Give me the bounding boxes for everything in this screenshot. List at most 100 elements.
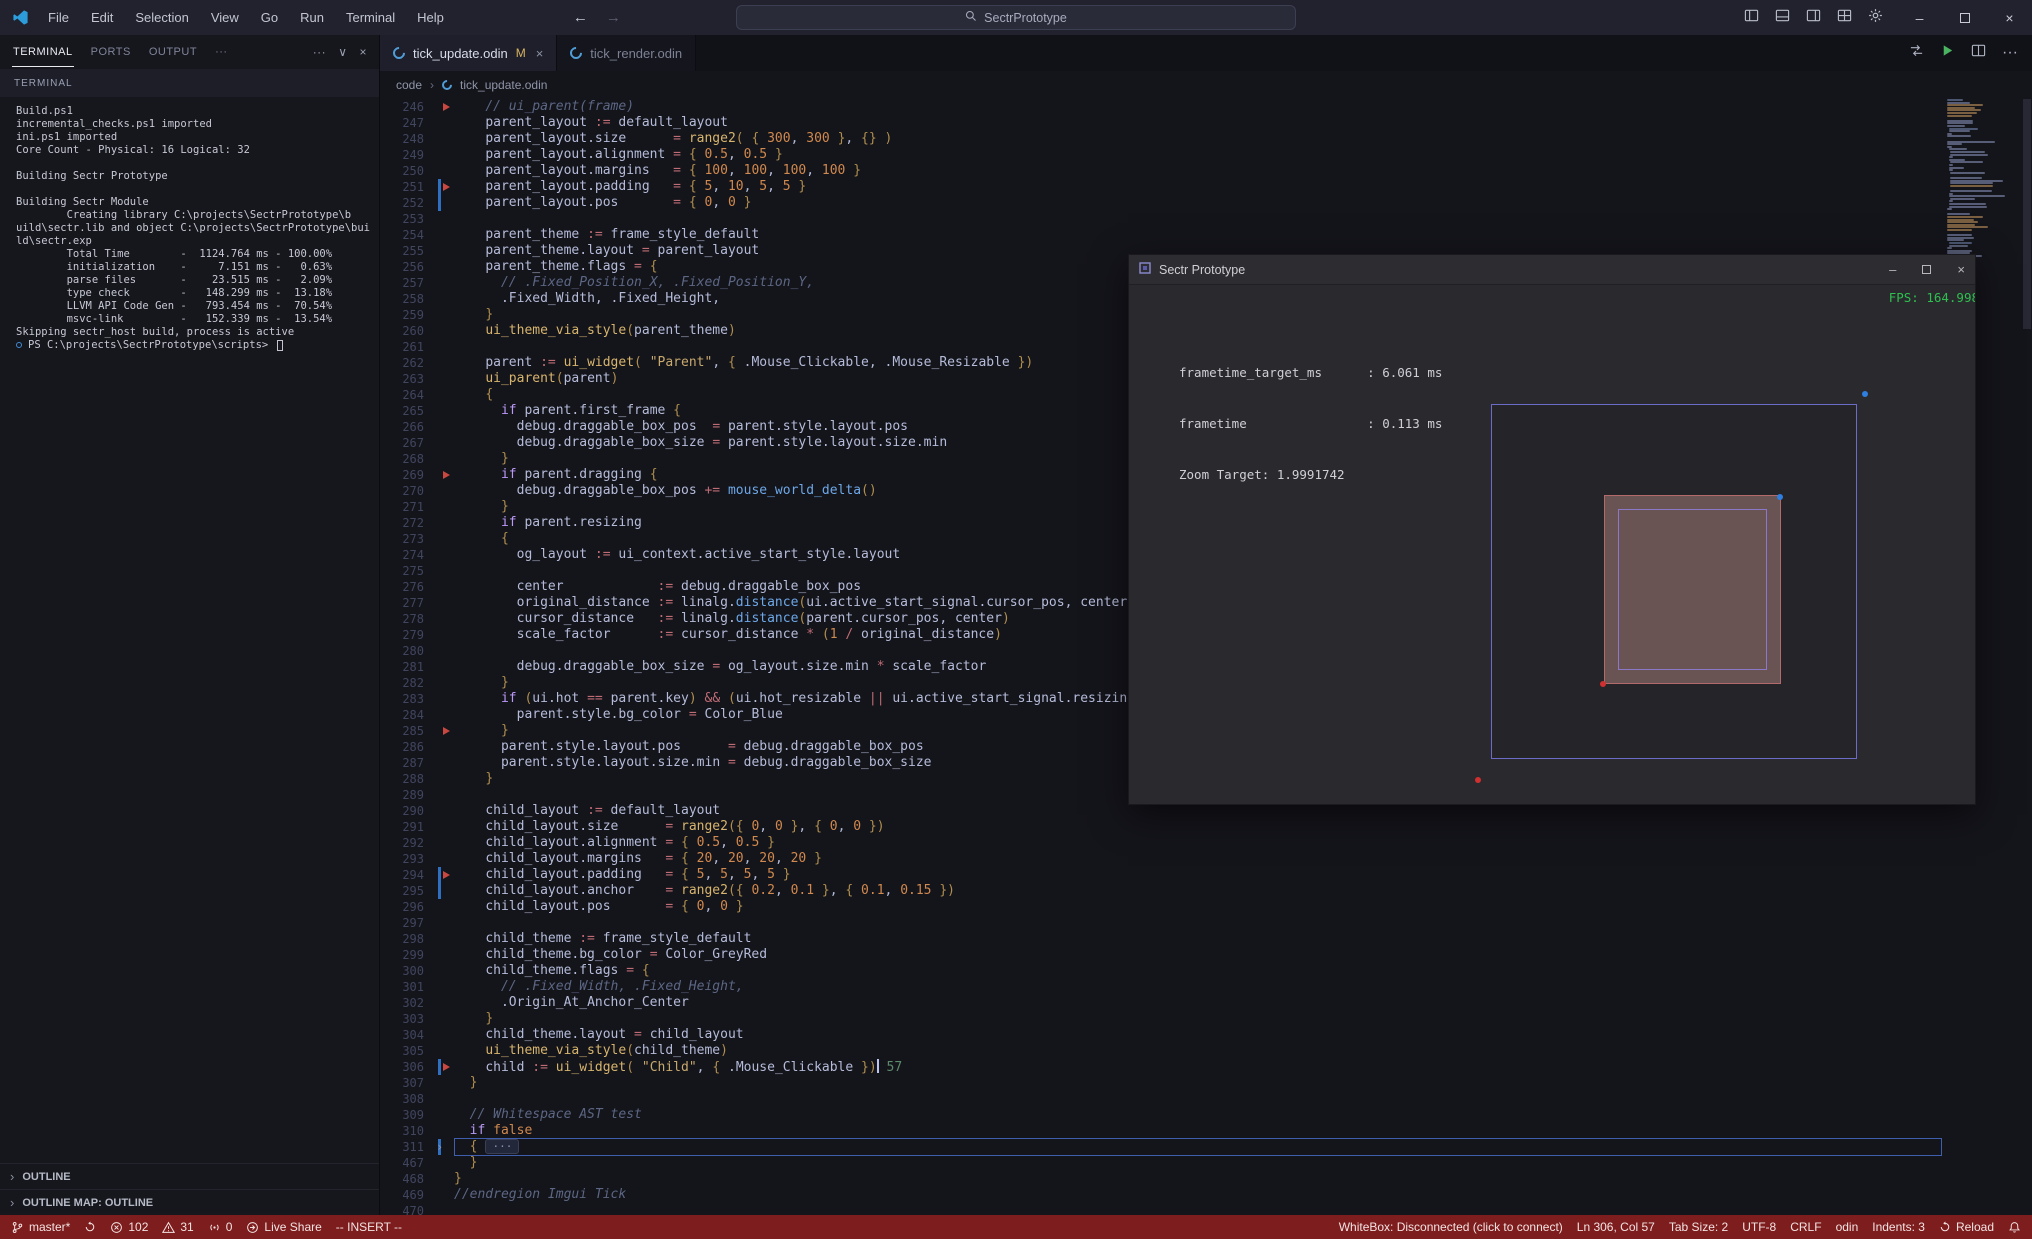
menu-view[interactable]: View	[202, 6, 248, 29]
app-window-titlebar[interactable]: Sectr Prototype – ×	[1129, 255, 1975, 285]
status-bell[interactable]	[2001, 1215, 2028, 1239]
menu-run[interactable]: Run	[291, 6, 333, 29]
code-line[interactable]: 297	[380, 915, 2032, 931]
status-indents[interactable]: Indents: 3	[1865, 1215, 1932, 1239]
breadcrumb-folder[interactable]: code	[396, 78, 422, 92]
menu-go[interactable]: Go	[252, 6, 287, 29]
code-line[interactable]: 294 child_layout.padding = { 5, 5, 5, 5 …	[380, 867, 2032, 883]
menu-file[interactable]: File	[39, 6, 78, 29]
panel-tab-output[interactable]: OUTPUT	[148, 38, 198, 66]
code-line[interactable]: 305 ui_theme_via_style(child_theme)	[380, 1043, 2032, 1059]
code-line[interactable]: 293 child_layout.margins = { 20, 20, 20,…	[380, 851, 2032, 867]
code-line[interactable]: 249 parent_layout.alignment = { 0.5, 0.5…	[380, 147, 2032, 163]
menu-help[interactable]: Help	[408, 6, 453, 29]
app-close-button[interactable]: ×	[1957, 262, 1965, 277]
code-line[interactable]: 296 child_layout.pos = { 0, 0 }	[380, 899, 2032, 915]
code-line[interactable]: 468}	[380, 1171, 2032, 1187]
child-widget-box[interactable]	[1604, 495, 1781, 684]
sidebar-section-outline[interactable]: › OUTLINE	[0, 1163, 379, 1189]
code-line[interactable]: 309 // Whitespace AST test	[380, 1107, 2032, 1123]
panel-close-icon[interactable]: ×	[359, 45, 367, 59]
window-maximize-button[interactable]	[1942, 0, 1987, 35]
status-language[interactable]: odin	[1829, 1215, 1866, 1239]
status-encoding[interactable]: UTF-8	[1735, 1215, 1783, 1239]
code-line[interactable]: 247 parent_layout := default_layout	[380, 115, 2032, 131]
toggle-secondary-sidebar-icon[interactable]	[1806, 8, 1821, 28]
code-line[interactable]: 470	[380, 1203, 2032, 1215]
code-line[interactable]: 307 }	[380, 1075, 2032, 1091]
code-line[interactable]: 251 parent_layout.padding = { 5, 10, 5, …	[380, 179, 2032, 195]
tab-close-icon[interactable]: ×	[536, 46, 544, 61]
panel-tab-ports[interactable]: PORTS	[90, 38, 132, 66]
code-line[interactable]: 291 child_layout.size = range2({ 0, 0 },…	[380, 819, 2032, 835]
status-label: Reload	[1955, 1220, 1994, 1234]
code-line[interactable]: 298 child_theme := frame_style_default	[380, 931, 2032, 947]
code-line[interactable]: 308	[380, 1091, 2032, 1107]
code-line[interactable]: 301 // .Fixed_Width, .Fixed_Height,	[380, 979, 2032, 995]
terminal-section-header[interactable]: TERMINAL	[0, 69, 379, 97]
toggle-panel-icon[interactable]	[1775, 8, 1790, 28]
status-errors[interactable]: 102	[103, 1215, 155, 1239]
panel-chevron-down-icon[interactable]: ∨	[338, 45, 347, 59]
navigate-forward-icon[interactable]: →	[606, 9, 621, 26]
code-line[interactable]: 295 child_layout.anchor = range2({ 0.2, …	[380, 883, 2032, 899]
panel-tabs-more-icon[interactable]: ···	[214, 38, 229, 66]
editor-scrollbar[interactable]	[2022, 99, 2032, 1215]
status-warnings[interactable]: 31	[155, 1215, 200, 1239]
code-line[interactable]: 300 child_theme.flags = {	[380, 963, 2032, 979]
code-line[interactable]: 246 // ui_parent(frame)	[380, 99, 2032, 115]
code-line[interactable]: 310 if false	[380, 1123, 2032, 1139]
breadcrumb-file[interactable]: tick_update.odin	[460, 78, 547, 92]
status-branch[interactable]: master*	[4, 1215, 77, 1239]
code-line[interactable]: 290 child_layout := default_layout	[380, 803, 2032, 819]
status-cursor-position[interactable]: Ln 306, Col 57	[1570, 1215, 1662, 1239]
open-changes-icon[interactable]	[1909, 43, 1924, 63]
sidebar-section-outline-map[interactable]: › OUTLINE MAP: OUTLINE	[0, 1189, 379, 1215]
window-close-button[interactable]: ×	[1987, 0, 2032, 35]
navigate-back-icon[interactable]: ←	[573, 9, 588, 26]
run-button[interactable]	[1940, 43, 1955, 63]
code-line[interactable]: 311 › {···	[380, 1138, 2032, 1156]
status-ports[interactable]: 0	[201, 1215, 240, 1239]
status-tab-size[interactable]: Tab Size: 2	[1662, 1215, 1735, 1239]
menu-terminal[interactable]: Terminal	[337, 6, 404, 29]
panel-tab-terminal[interactable]: TERMINAL	[12, 38, 74, 67]
terminal-output[interactable]: Build.ps1 incremental_checks.ps1 imported…	[0, 97, 379, 1163]
toggle-sidebar-icon[interactable]	[1744, 8, 1759, 28]
code-line[interactable]: 250 parent_layout.margins = { 100, 100, …	[380, 163, 2032, 179]
app-maximize-button[interactable]	[1922, 265, 1932, 274]
status-whitebox[interactable]: WhiteBox: Disconnected (click to connect…	[1332, 1215, 1570, 1239]
app-minimize-button[interactable]: –	[1889, 262, 1896, 277]
status-sync[interactable]	[77, 1215, 103, 1239]
code-line[interactable]: 254 parent_theme := frame_style_default	[380, 227, 2032, 243]
panel-more-actions-icon[interactable]: ···	[313, 45, 327, 59]
editor-more-actions-icon[interactable]: ···	[2002, 44, 2018, 62]
terminal-prompt[interactable]: PS C:\projects\SectrPrototype\scripts>	[16, 339, 373, 352]
customize-layout-icon[interactable]	[1837, 8, 1852, 28]
split-editor-icon[interactable]	[1971, 43, 1986, 63]
code-line[interactable]: 467 }	[380, 1155, 2032, 1171]
code-line[interactable]: 302 .Origin_At_Anchor_Center	[380, 995, 2032, 1011]
status-reload[interactable]: Reload	[1932, 1215, 2001, 1239]
tab-tick-render[interactable]: tick_render.odin	[557, 35, 697, 71]
code-line[interactable]: 253	[380, 211, 2032, 227]
command-center-search[interactable]: SectrPrototype	[736, 5, 1296, 30]
status-live-share[interactable]: Live Share	[239, 1215, 328, 1239]
code-line[interactable]: 306 child := ui_widget( "Child", { .Mous…	[380, 1059, 2032, 1075]
code-line[interactable]: 469//endregion Imgui Tick	[380, 1187, 2032, 1203]
code-line[interactable]: 299 child_theme.bg_color = Color_GreyRed	[380, 947, 2032, 963]
settings-gear-icon[interactable]	[1868, 8, 1883, 28]
tab-tick-update[interactable]: tick_update.odin M ×	[380, 35, 558, 71]
code-line[interactable]: 252 parent_layout.pos = { 0, 0 }	[380, 195, 2032, 211]
menu-selection[interactable]: Selection	[126, 6, 197, 29]
window-minimize-button[interactable]: –	[1897, 0, 1942, 35]
app-canvas[interactable]: FPS: 164.998 frametime_target_ms : 6.061…	[1129, 285, 1975, 804]
sectr-prototype-window[interactable]: Sectr Prototype – × FPS: 164.998 frameti…	[1128, 254, 1976, 805]
code-line[interactable]: 248 parent_layout.size = range2( { 300, …	[380, 131, 2032, 147]
code-line[interactable]: 303 }	[380, 1011, 2032, 1027]
code-line[interactable]: 304 child_theme.layout = child_layout	[380, 1027, 2032, 1043]
status-insert-mode[interactable]: -- INSERT --	[329, 1215, 409, 1239]
menu-edit[interactable]: Edit	[82, 6, 122, 29]
status-eol[interactable]: CRLF	[1783, 1215, 1828, 1239]
code-line[interactable]: 292 child_layout.alignment = { 0.5, 0.5 …	[380, 835, 2032, 851]
